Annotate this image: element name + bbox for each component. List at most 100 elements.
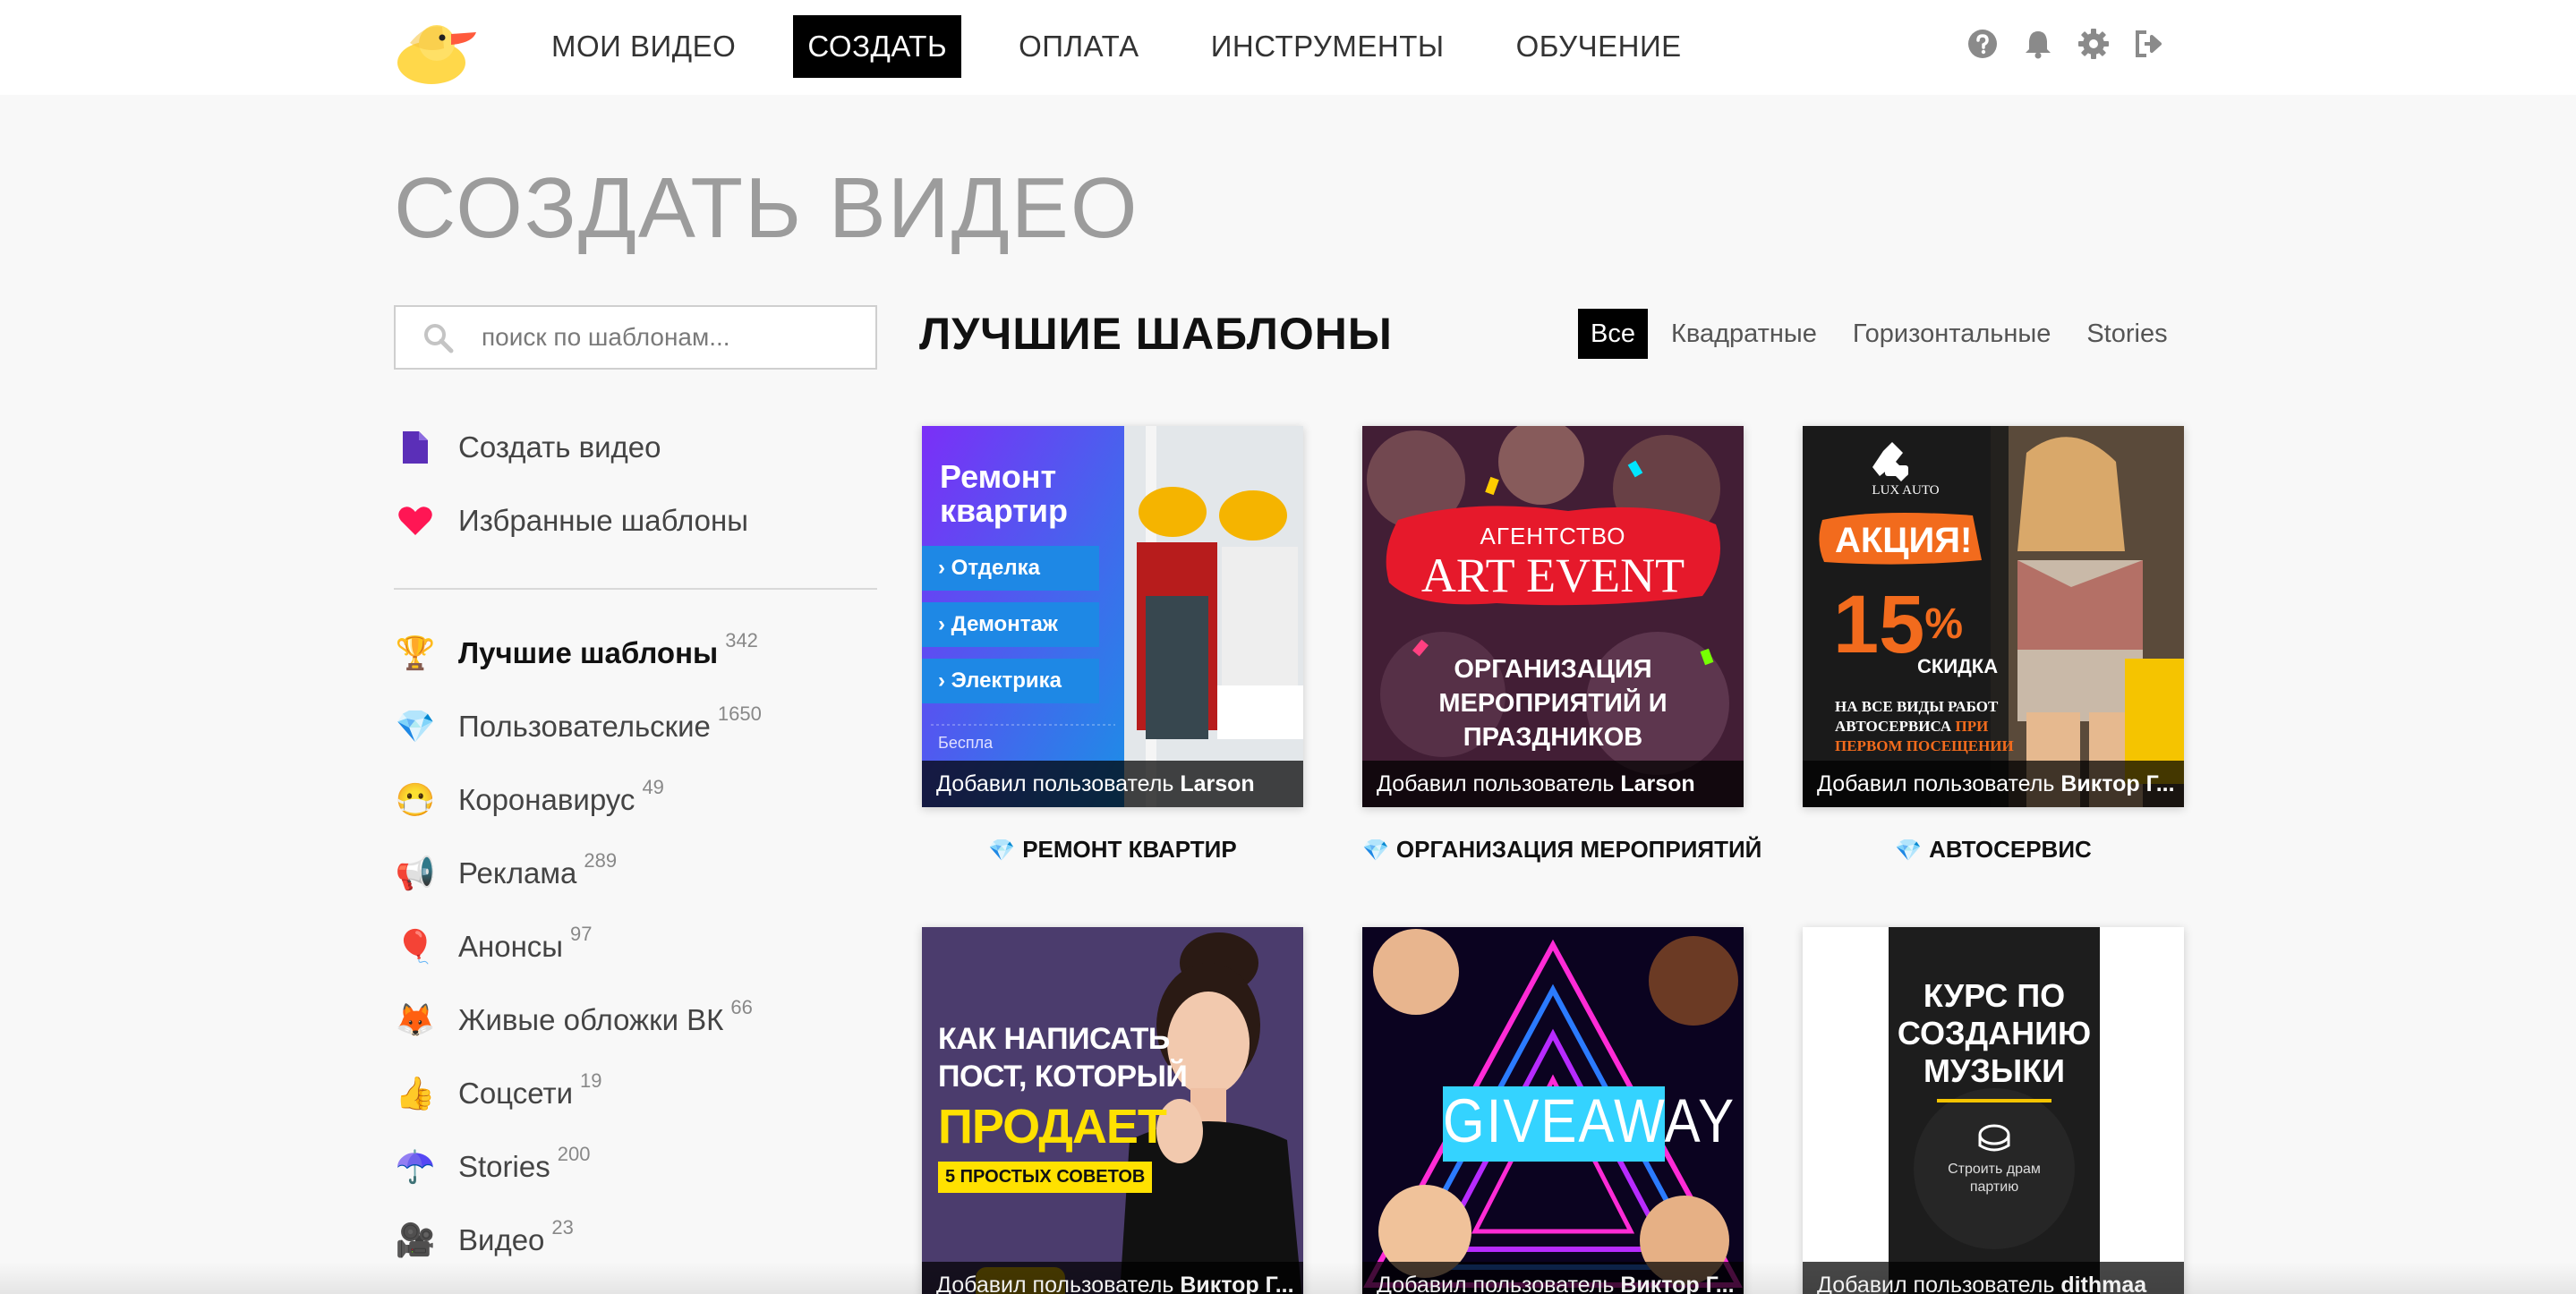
sidebar-item-favorites[interactable]: Избранные шаблоны [394,494,748,548]
megaphone-icon: 📢 [395,855,436,891]
author-prefix: Добавил пользователь [1817,771,2055,796]
trophy-icon: 🏆 [395,634,436,671]
category-count: 200 [557,1143,591,1165]
page-title: СОЗДАТЬ ВИДЕО [394,160,1139,256]
renovation-item-label: Электрика [951,668,1062,693]
music-line: МУЗЫКИ [1923,1052,2066,1089]
card-author: Добавил пользователь Виктор Г... [1803,761,2184,807]
author-name: Виктор Г... [1620,1273,1735,1294]
sidebar-category-coronavirus[interactable]: 😷 Коронавирус 49 [394,773,664,827]
template-card-events[interactable]: АГЕНТСТВО ART EVENT ОРГАНИЗАЦИЯ МЕРОПРИЯ… [1362,426,1744,807]
post-badge: 5 ПРОСТЫХ СОВЕТОВ [938,1162,1153,1193]
card-title[interactable]: 💎 РЕМОНТ КВАРТИР [922,836,1303,864]
gem-icon: 💎 [1362,839,1389,863]
author-prefix: Добавил пользователь [936,771,1174,796]
gem-icon: 💎 [1895,839,1923,863]
music-line: КУРС ПО [1923,977,2066,1014]
filter-all[interactable]: Все [1578,309,1648,359]
gem-icon: 💎 [395,708,436,745]
logout-icon[interactable] [2132,27,2166,61]
renovation-item-label: Демонтаж [951,612,1058,636]
template-card-giveaway[interactable]: GIVEAWAY Добавил пользователь Виктор Г..… [1362,927,1744,1294]
category-label: Пользовательские [458,710,711,743]
author-name: Larson [1620,771,1695,796]
sidebar-category-video[interactable]: 🎥 Видео 23 [394,1213,574,1267]
card-author: Добавил пользователь dithmaa [1803,1262,2184,1294]
sidebar-category-vk-covers[interactable]: 🦊 Живые обложки ВК 66 [394,993,753,1047]
nav-payment[interactable]: ОПЛАТА [1004,15,1154,78]
template-card-renovation[interactable]: Ремонт квартир › Отделка › Демонтаж › Эл… [922,426,1303,807]
fox-icon: 🦊 [395,1001,436,1038]
auto-desc: АВТОСЕРВИСА ПРИ [1835,718,1988,736]
bell-icon[interactable] [2021,27,2055,61]
sidebar-category-social[interactable]: 👍 Соцсети 19 [394,1067,602,1120]
help-icon[interactable] [1966,27,2000,61]
author-name: Larson [1180,771,1255,796]
category-label: Видео [458,1223,545,1256]
search-input[interactable] [482,307,866,368]
card-title[interactable]: 💎 ОРГАНИЗАЦИЯ МЕРОПРИЯТИЙ [1362,836,1761,864]
sidebar-item-label: Создать видео [458,430,661,464]
main-nav: МОИ ВИДЕО СОЗДАТЬ ОПЛАТА ИНСТРУМЕНТЫ ОБУ… [537,15,1739,78]
top-icons [1966,27,2188,61]
post-line: ПОСТ, КОТОРЫЙ [938,1060,1188,1094]
category-label: Анонсы [458,930,564,963]
sidebar-category-user[interactable]: 💎 Пользовательские 1650 [394,700,762,753]
nav-create[interactable]: СОЗДАТЬ [793,15,962,78]
template-card-autoservice[interactable]: LUX AUTO АКЦИЯ! 15% СКИДКА НА ВСЕ ВИДЫ Р… [1803,426,2184,807]
auto-percent-sign: % [1924,600,1964,648]
card-author: Добавил пользователь Larson [1362,761,1744,807]
template-search [394,305,877,370]
event-line: МЕРОПРИЯТИЙ И [1438,689,1668,718]
card-author: Добавил пользователь Larson [922,761,1303,807]
auto-percent-value: 15 [1833,579,1925,670]
author-prefix: Добавил пользователь [1377,1273,1615,1294]
card-title[interactable]: 💎 АВТОСЕРВИС [1803,836,2184,864]
category-label: Stories [458,1150,550,1183]
music-line: СОЗДАНИЮ [1897,1015,2092,1051]
filter-horizontal[interactable]: Горизонтальные [1840,309,2063,359]
thumbs-up-icon: 👍 [395,1075,436,1111]
event-brand: ART EVENT [1420,549,1685,602]
umbrella-icon: ☂️ [395,1148,436,1185]
filter-stories[interactable]: Stories [2074,309,2179,359]
sidebar-divider [394,588,877,590]
sidebar-category-ads[interactable]: 📢 Реклама 289 [394,847,618,900]
template-card-selling-post[interactable]: КАК НАПИСАТЬ ПОСТ, КОТОРЫЙ ПРОДАЕТ 5 ПРО… [922,927,1303,1294]
nav-tools[interactable]: ИНСТРУМЕНТЫ [1197,15,1459,78]
giveaway-word: GIVEAWAY [1443,1085,1736,1156]
auto-desc: ПЕРВОМ ПОСЕЩЕНИИ [1835,737,2014,754]
video-camera-icon: 🎥 [395,1222,436,1258]
card-author: Добавил пользователь Виктор Г... [1362,1262,1744,1294]
category-count: 66 [730,996,753,1018]
renovation-heading: Ремонт квартир [940,458,1068,529]
auto-discount: СКИДКА [1917,655,1999,677]
gear-icon[interactable] [2077,27,2111,61]
category-count: 289 [584,849,618,872]
sidebar-item-create-video[interactable]: Создать видео [394,421,661,474]
card-author: Добавил пользователь Виктор Г... [922,1262,1303,1294]
category-label: Живые обложки ВК [458,1003,724,1036]
template-card-music-course[interactable]: КУРС ПО СОЗДАНИЮ МУЗЫКИ Строить драм пар… [1803,927,2184,1294]
author-prefix: Добавил пользователь [936,1273,1174,1294]
top-navigation-bar: МОИ ВИДЕО СОЗДАТЬ ОПЛАТА ИНСТРУМЕНТЫ ОБУ… [0,0,2576,95]
event-line: ПРАЗДНИКОВ [1463,723,1643,752]
category-count: 19 [580,1069,602,1092]
post-line-accent: ПРОДАЕТ [938,1100,1167,1154]
auto-desc: НА ВСЕ ВИДЫ РАБОТ [1835,698,1999,715]
renovation-item-label: Отделка [951,556,1040,580]
filter-square[interactable]: Квадратные [1659,309,1830,359]
nav-learning[interactable]: ОБУЧЕНИЕ [1502,15,1696,78]
sidebar-category-announcements[interactable]: 🎈 Анонсы 97 [394,920,593,974]
format-filters: Все Квадратные Горизонтальные Stories [1578,309,2191,359]
auto-desc-accent: ПРИ [1955,718,1989,735]
nav-my-videos[interactable]: МОИ ВИДЕО [537,15,750,78]
sidebar-category-best[interactable]: 🏆 Лучшие шаблоны 342 [394,626,758,680]
sidebar-category-stories[interactable]: ☂️ Stories 200 [394,1140,591,1194]
duck-logo-icon[interactable] [390,7,480,86]
category-label: Реклама [458,856,577,890]
document-icon [394,426,437,469]
category-count: 97 [570,923,593,945]
renovation-footer: Беспла [938,734,994,752]
mask-face-icon: 😷 [395,781,436,818]
